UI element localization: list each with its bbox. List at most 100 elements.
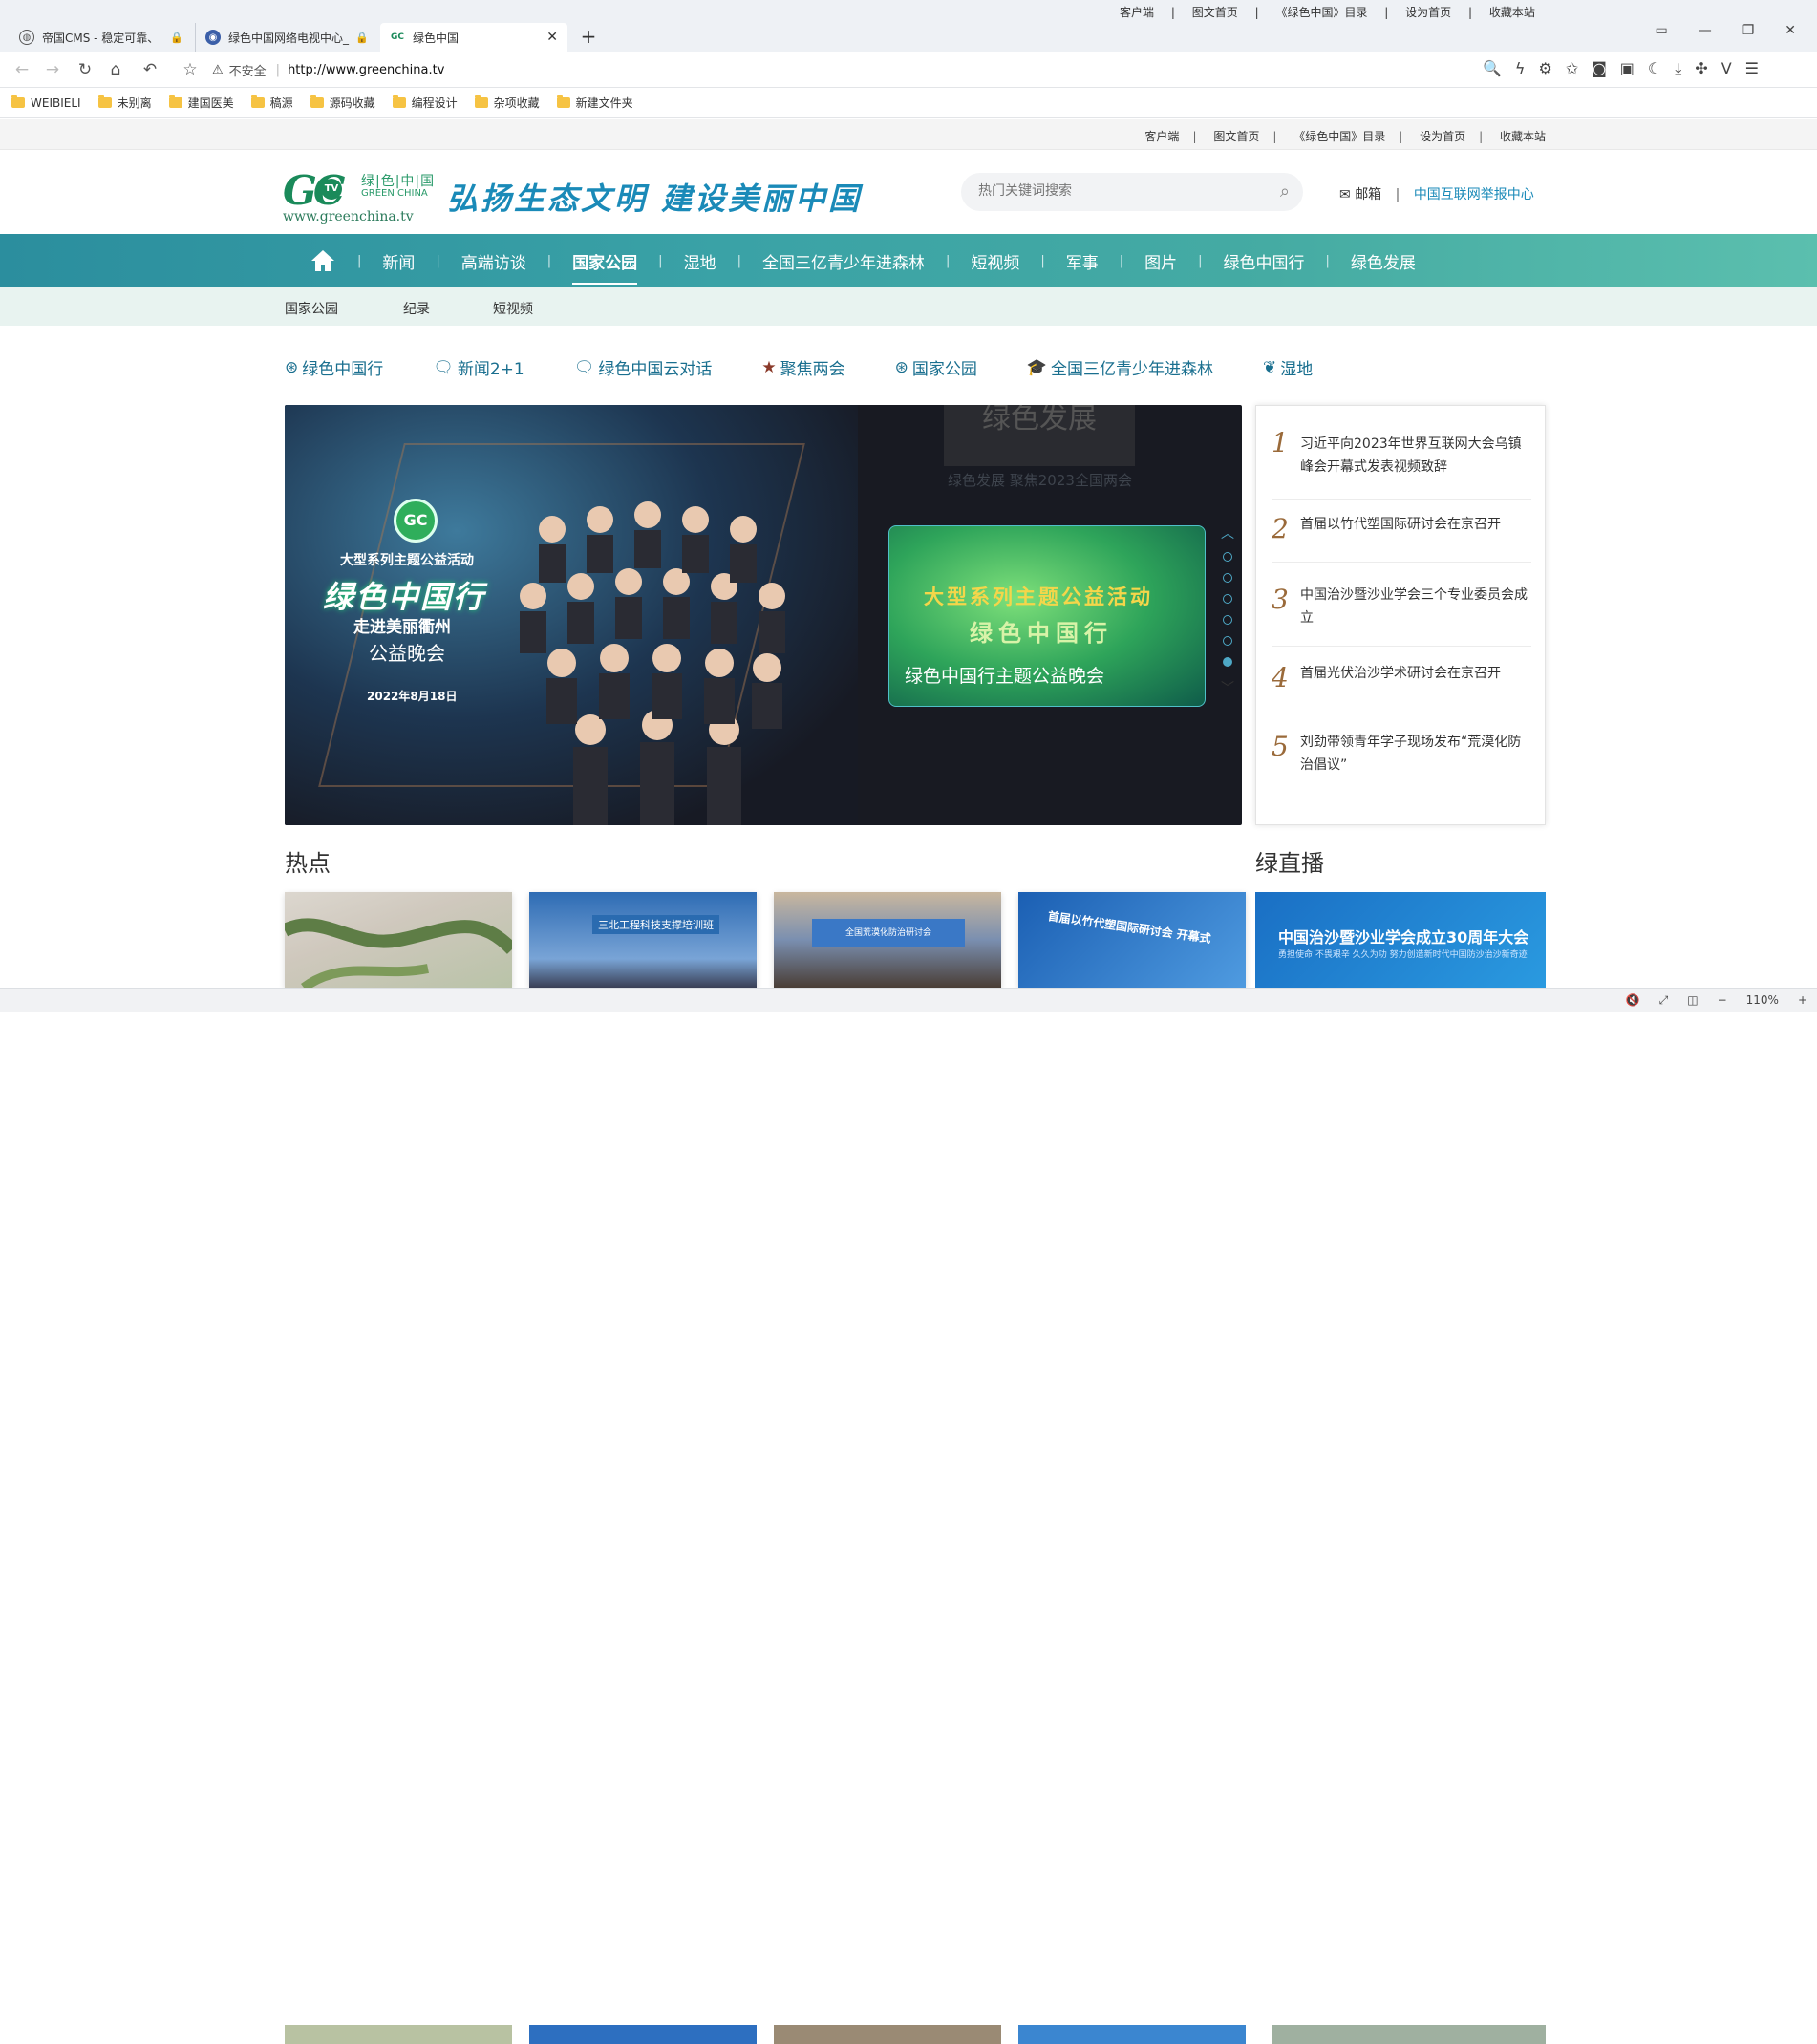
hot-thumb-row2[interactable] [285,2025,512,2044]
hot-thumb-2[interactable]: 三北工程科技支撑培训班 [529,892,757,988]
bookmark-folder[interactable]: 未别离 [97,95,152,111]
channel-youth-forest[interactable]: 🎓 全国三亿青少年进森林 [1027,355,1213,380]
favorites-icon[interactable]: ✩ [1566,59,1578,78]
menu-icon[interactable]: ☰ [1745,59,1759,78]
hot-thumb-row2[interactable] [529,2025,757,2044]
list-item[interactable]: 4 首届光伏治沙学术研讨会在京召开 [1272,650,1531,713]
banner-slider[interactable]: GC 大型系列主题公益活动 绿色中国行 走进美丽衢州 公益晚会 2022年8月1… [285,405,1242,825]
nav-item-youth-forest[interactable]: 全国三亿青少年进森林 [741,249,946,273]
top-link-bookmark[interactable]: 收藏本站 [1500,130,1546,143]
slider-down-icon[interactable]: ﹀ [1221,678,1234,697]
subnav-item-documentary[interactable]: 纪录 [403,299,493,318]
slider-dot[interactable] [1223,573,1232,583]
top-link-catalog[interactable]: 《绿色中国》目录 [1293,130,1385,143]
minimize-icon[interactable]: — [1699,23,1712,38]
bookmark-folder[interactable]: WEIBIELI [11,95,81,110]
hot-thumb-row2[interactable] [774,2025,1001,2044]
nav-item-military[interactable]: 军事 [1045,249,1120,273]
lightning-icon[interactable]: ϟ [1515,59,1526,78]
new-tab-button[interactable]: + [577,25,600,48]
nav-item-green-development[interactable]: 绿色发展 [1330,249,1437,273]
close-tab-icon[interactable]: ✕ [546,30,558,45]
browser-tab-1[interactable]: ◍ 帝国CMS - 稳定可靠、 🔒 [10,23,193,52]
nav-item-pictures[interactable]: 图片 [1123,249,1198,273]
hot-thumb-3[interactable]: 全国荒漠化防治研讨会 [774,892,1001,988]
overlay-link-bookmark[interactable]: 收藏本站 [1489,6,1535,19]
overlay-link-photo-home[interactable]: 图文首页 [1192,6,1238,19]
puzzle-icon[interactable]: ✣ [1695,59,1707,78]
close-window-icon[interactable]: ✕ [1785,23,1796,38]
nav-item-green-china-tour[interactable]: 绿色中国行 [1203,249,1326,273]
night-mode-icon[interactable]: ☾ [1648,59,1661,78]
channel-news-2-1[interactable]: 🗨 新闻2+1 [433,355,524,380]
restore-icon[interactable]: ❐ [1742,23,1755,38]
fullscreen-icon[interactable]: ⤢ [1659,993,1669,1008]
top-link-client[interactable]: 客户端 [1144,130,1179,143]
undo-icon[interactable]: ↶ [139,59,160,80]
bookmark-folder[interactable]: 新建文件夹 [556,95,633,111]
star-bookmark-icon[interactable]: ☆ [180,59,201,80]
slider-dot[interactable] [1223,552,1232,562]
bookmark-folder[interactable]: 编程设计 [392,95,458,111]
live-card[interactable]: 中国治沙暨沙业学会成立30周年大会 勇担使命 不畏艰辛 久久为功 努力创造新时代… [1255,892,1546,988]
forward-icon[interactable]: → [42,59,63,80]
banner-feature-card[interactable]: 大型系列主题公益活动 绿色中国行 绿色中国行主题公益晚会 [888,525,1206,707]
mute-icon[interactable]: 🔇 [1626,993,1640,1008]
overlay-link-client[interactable]: 客户端 [1120,6,1154,19]
live-thumb-row2[interactable] [1272,2025,1546,2044]
channel-green-china-tour[interactable]: ⊛ 绿色中国行 [285,355,383,380]
nav-item-wetland[interactable]: 湿地 [663,249,737,273]
list-item[interactable]: 5 刘劲带领青年学子现场发布“荒漠化防治倡议” [1272,723,1531,799]
slider-dot[interactable] [1223,615,1232,625]
list-item[interactable]: 3 中国治沙暨沙业学会三个专业委员会成立 [1272,574,1531,647]
nav-item-news[interactable]: 新闻 [361,249,436,273]
channel-national-park[interactable]: ⊛ 国家公园 [895,355,977,380]
home-nav-icon[interactable] [310,247,336,274]
nav-item-national-park[interactable]: 国家公园 [551,249,658,285]
subnav-item-short-video[interactable]: 短视频 [493,299,533,318]
browser-tab-2[interactable]: ◉ 绿色中国网络电视中心_ 🔒 [195,23,378,52]
zoom-icon[interactable]: 🔍 [1483,59,1502,78]
search-input[interactable] [976,182,1263,200]
browser-tab-3-active[interactable]: GC 绿色中国 ✕ [380,23,567,52]
bookmark-folder[interactable]: 建国医美 [168,95,234,111]
bookmark-folder[interactable]: 杂项收藏 [474,95,540,111]
home-icon[interactable]: ⌂ [105,59,126,80]
reload-icon[interactable]: ↻ [75,59,96,80]
hot-thumb-row2[interactable] [1018,2025,1246,2044]
top-link-photo-home[interactable]: 图文首页 [1213,130,1259,143]
bookmark-folder[interactable]: 源码收藏 [310,95,375,111]
bookmark-folder[interactable]: 稿源 [250,95,293,111]
download-icon[interactable]: ⤓ [1675,59,1681,78]
slider-dot-active[interactable] [1223,657,1232,667]
overlay-link-catalog[interactable]: 《绿色中国》目录 [1275,6,1367,19]
channel-cloud-dialogue[interactable]: 🗨 绿色中国云对话 [574,355,713,380]
nav-item-interview[interactable]: 高端访谈 [440,249,547,273]
list-item[interactable]: 1 习近平向2023年世界互联网大会乌镇峰会开幕式发表视频致辞 [1272,427,1531,500]
list-item[interactable]: 2 首届以竹代塑国际研讨会在京召开 [1272,500,1531,563]
hot-thumb-4[interactable]: 首届以竹代塑国际研讨会 开幕式 [1018,892,1246,988]
mail-link[interactable]: 邮箱 [1355,187,1381,202]
hot-thumb-1[interactable] [285,892,512,988]
report-center-link[interactable]: 中国互联网举报中心 [1414,187,1534,202]
slider-up-icon[interactable]: ︿ [1221,523,1234,543]
zoom-in-icon[interactable]: + [1798,993,1807,1008]
overlay-link-set-home[interactable]: 设为首页 [1405,6,1451,19]
subnav-item-national-park[interactable]: 国家公园 [285,299,403,318]
tab-list-icon[interactable]: ▭ [1655,23,1667,38]
split-view-icon[interactable]: ◫ [1687,993,1698,1008]
channel-wetland[interactable]: ❦ 湿地 [1263,355,1313,380]
screenshot-icon[interactable]: ◙ [1592,59,1607,78]
search-icon[interactable]: ⌕ [1280,181,1290,202]
reader-icon[interactable]: ▣ [1620,59,1635,78]
channel-two-sessions[interactable]: ★ 聚焦两会 [761,355,844,380]
extension-icon[interactable]: ⚙ [1538,59,1551,78]
top-link-set-home[interactable]: 设为首页 [1420,130,1465,143]
nav-item-short-video[interactable]: 短视频 [950,249,1040,273]
slider-dot[interactable] [1223,594,1232,604]
slider-dot[interactable] [1223,636,1232,646]
site-logo[interactable]: GC TV 绿|色|中|国 GREEN CHINA www.greenchina… [283,167,436,224]
zoom-out-icon[interactable]: − [1718,993,1727,1008]
back-icon[interactable]: ← [11,59,32,80]
vivaldi-icon[interactable]: V [1721,59,1732,78]
